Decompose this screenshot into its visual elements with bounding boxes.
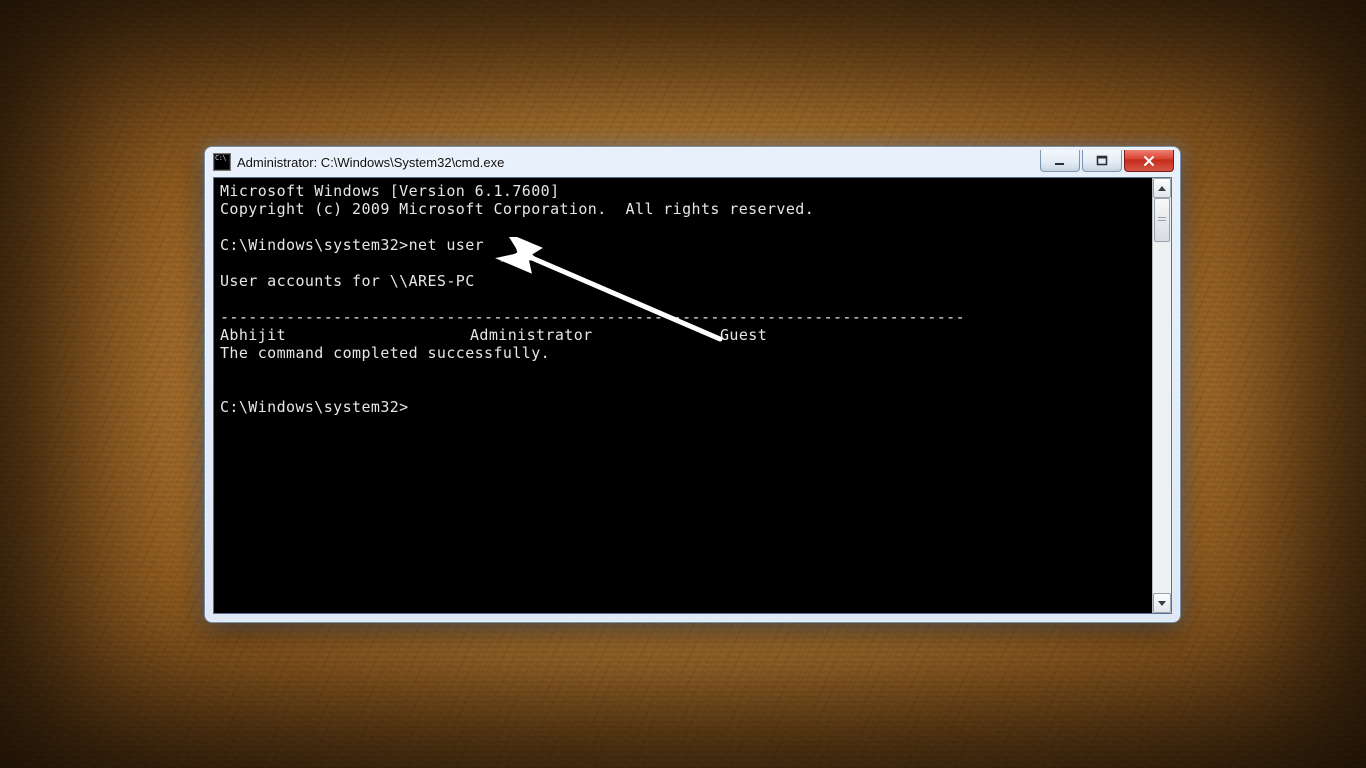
user-accounts-row: AbhijitAdministratorGuest	[220, 326, 970, 344]
scroll-up-button[interactable]	[1153, 178, 1171, 198]
user-name: Abhijit	[220, 326, 470, 344]
maximize-icon	[1096, 155, 1108, 167]
scroll-down-icon	[1158, 601, 1166, 606]
prompt: C:\Windows\system32>	[220, 236, 409, 254]
window-title: Administrator: C:\Windows\System32\cmd.e…	[237, 155, 504, 170]
output-separator: ----------------------------------------…	[220, 308, 965, 326]
banner-line: Microsoft Windows [Version 6.1.7600]	[220, 182, 560, 200]
user-name: Guest	[720, 326, 970, 344]
close-button[interactable]	[1124, 150, 1174, 172]
minimize-button[interactable]	[1040, 150, 1080, 172]
user-name: Administrator	[470, 326, 720, 344]
cmd-window: Administrator: C:\Windows\System32\cmd.e…	[204, 146, 1181, 623]
titlebar[interactable]: Administrator: C:\Windows\System32\cmd.e…	[205, 147, 1180, 177]
scroll-track[interactable]	[1153, 198, 1171, 593]
cmd-icon	[213, 153, 231, 171]
close-icon	[1142, 155, 1156, 167]
scroll-down-button[interactable]	[1153, 593, 1171, 613]
banner-line: Copyright (c) 2009 Microsoft Corporation…	[220, 200, 814, 218]
scroll-thumb[interactable]	[1154, 198, 1170, 242]
output-header: User accounts for \\ARES-PC	[220, 272, 475, 290]
output-status: The command completed successfully.	[220, 344, 550, 362]
window-controls	[1040, 150, 1174, 172]
prompt: C:\Windows\system32>	[220, 398, 409, 416]
scroll-up-icon	[1158, 186, 1166, 191]
vertical-scrollbar[interactable]	[1152, 178, 1171, 613]
terminal-output[interactable]: Microsoft Windows [Version 6.1.7600] Cop…	[214, 178, 1152, 613]
maximize-button[interactable]	[1082, 150, 1122, 172]
minimize-icon	[1054, 155, 1066, 167]
client-area: Microsoft Windows [Version 6.1.7600] Cop…	[213, 177, 1172, 614]
typed-command: net user	[409, 236, 484, 254]
